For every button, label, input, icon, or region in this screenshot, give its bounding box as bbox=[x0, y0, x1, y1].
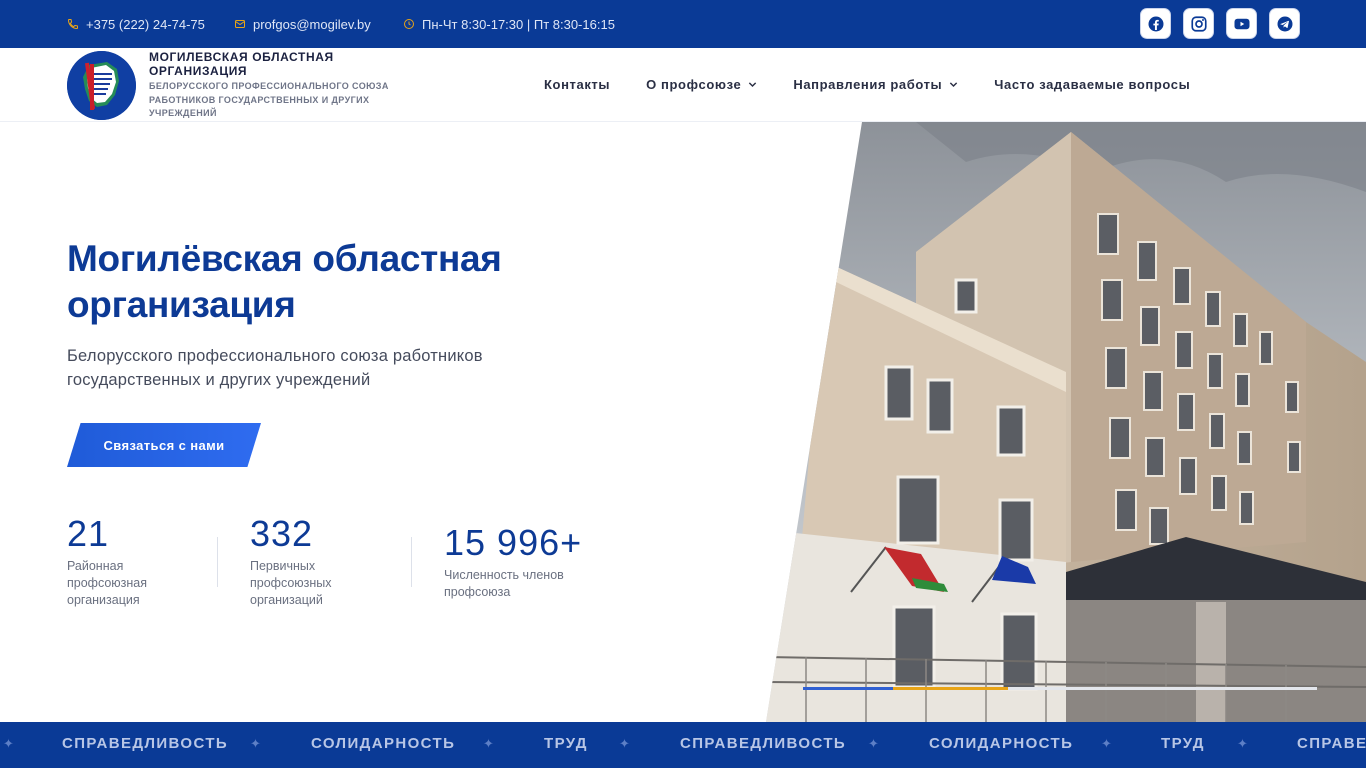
stat-divider bbox=[217, 537, 218, 587]
slider-progress bbox=[803, 687, 1317, 690]
facebook-button[interactable] bbox=[1140, 8, 1171, 39]
stat-value: 332 bbox=[250, 513, 314, 554]
stat-label-line: Районная bbox=[67, 559, 124, 573]
stat-label-line: профсоюзных bbox=[250, 576, 332, 590]
ribbon-word: СОЛИДАРНОСТЬ bbox=[929, 735, 1074, 752]
top-bar: +375 (222) 24-74-75 profgos@mogilev.by П… bbox=[0, 0, 1366, 48]
telegram-button[interactable] bbox=[1269, 8, 1300, 39]
organization-logo[interactable] bbox=[67, 51, 136, 120]
youtube-button[interactable] bbox=[1226, 8, 1257, 39]
nav-label: Контакты bbox=[544, 76, 611, 92]
nav-label: О профсоюзе bbox=[646, 76, 742, 92]
stat-label: Районная профсоюзная организация bbox=[67, 558, 147, 609]
nav-label: Направления работы bbox=[793, 76, 943, 92]
stat-label-line: профсоюза bbox=[444, 585, 511, 599]
social-links bbox=[1140, 8, 1300, 39]
phone-text: +375 (222) 24-74-75 bbox=[86, 16, 205, 32]
email-link[interactable]: profgos@mogilev.by bbox=[234, 0, 371, 48]
instagram-button[interactable] bbox=[1183, 8, 1214, 39]
contact-us-button[interactable]: Связаться с нами bbox=[67, 423, 261, 467]
chevron-down-icon bbox=[749, 81, 757, 87]
ribbon-word: СПРАВЕДЛИВОСТЬ bbox=[680, 735, 847, 752]
hero-subtitle-line: государственных и других учреждений bbox=[67, 371, 371, 389]
mail-icon bbox=[235, 20, 245, 28]
ribbon-word: СОЛИДАРНОСТЬ bbox=[311, 735, 456, 752]
stat-label-line: организация bbox=[67, 593, 140, 607]
hero-subtitle: Белорусского профессионального союза раб… bbox=[67, 344, 537, 392]
hero-title-line: организация bbox=[67, 284, 296, 325]
phone-link[interactable]: +375 (222) 24-74-75 bbox=[67, 0, 205, 48]
ribbon-word: СПРАВЕДЛИВОСТЬ bbox=[62, 735, 229, 752]
ribbon-separator: ✦ bbox=[1237, 736, 1248, 751]
stat-value: 21 bbox=[67, 513, 110, 554]
building-illustration bbox=[766, 122, 1366, 722]
hero-title-line: Могилёвская областная bbox=[67, 238, 502, 279]
nav-item-contacts[interactable]: Контакты bbox=[544, 77, 610, 92]
stat-label: Первичных профсоюзных организаций bbox=[250, 558, 332, 609]
ribbon-separator: ✦ bbox=[1101, 736, 1112, 751]
facebook-icon bbox=[1148, 16, 1163, 31]
ribbon-separator: ✦ bbox=[483, 736, 494, 751]
stat-divider bbox=[411, 537, 412, 587]
stat-value: 15 996+ bbox=[444, 522, 583, 563]
ribbon-separator: ✦ bbox=[3, 736, 14, 751]
ribbon-word: СПРАВЕДЛИВОСТЬ bbox=[1297, 735, 1366, 752]
telegram-icon bbox=[1277, 16, 1292, 31]
hero-building-photo bbox=[766, 122, 1366, 722]
phone-icon bbox=[67, 19, 78, 30]
nav-item-about[interactable]: О профсоюзе bbox=[646, 77, 757, 92]
emblem-icon bbox=[67, 51, 136, 120]
working-hours: Пн-Чт 8:30-17:30 | Пт 8:30-16:15 bbox=[403, 0, 615, 48]
hero-subtitle-line: Белорусского профессионального союза раб… bbox=[67, 347, 483, 365]
stat-label-line: Первичных bbox=[250, 559, 316, 573]
instagram-icon bbox=[1190, 15, 1207, 32]
hero-title: Могилёвская областная организация bbox=[67, 236, 627, 328]
stat-label-line: Численность членов bbox=[444, 568, 564, 582]
ribbon-word: ТРУД bbox=[544, 735, 588, 752]
chevron-down-icon bbox=[950, 81, 958, 87]
stat-members: 15 996+ Численность членов профсоюза bbox=[444, 521, 582, 601]
ribbon-word: ТРУД bbox=[1161, 735, 1205, 752]
hours-text: Пн-Чт 8:30-17:30 | Пт 8:30-16:15 bbox=[422, 16, 615, 32]
stat-primary-orgs: 332 Первичных профсоюзных организаций bbox=[250, 512, 332, 609]
brand-subtitle: БЕЛОРУССКОГО ПРОФЕССИОНАЛЬНОГО СОЮЗА РАБ… bbox=[149, 81, 389, 118]
ribbon-separator: ✦ bbox=[619, 736, 630, 751]
nav-item-faq[interactable]: Часто задаваемые вопросы bbox=[994, 77, 1190, 92]
ribbon-separator: ✦ bbox=[250, 736, 261, 751]
stat-label-line: профсоюзная bbox=[67, 576, 148, 590]
values-ribbon: ✦ СПРАВЕДЛИВОСТЬ ✦ СОЛИДАРНОСТЬ ✦ ТРУД ✦… bbox=[0, 722, 1366, 768]
stat-label-line: организаций bbox=[250, 593, 323, 607]
nav-label: Часто задаваемые вопросы bbox=[994, 76, 1191, 92]
site-header: МОГИЛЕВСКАЯ ОБЛАСТНАЯ ОРГАНИЗАЦИЯ БЕЛОРУ… bbox=[0, 48, 1366, 122]
ribbon-separator: ✦ bbox=[868, 736, 879, 751]
stat-label: Численность членов профсоюза bbox=[444, 567, 582, 601]
brand-title[interactable]: МОГИЛЕВСКАЯ ОБЛАСТНАЯ ОРГАНИЗАЦИЯ bbox=[149, 50, 389, 78]
stat-district-orgs: 21 Районная профсоюзная организация bbox=[67, 512, 147, 609]
main-nav: Контакты О профсоюзе Направления работы … bbox=[544, 48, 1190, 120]
youtube-icon bbox=[1234, 18, 1249, 29]
email-text: profgos@mogilev.by bbox=[253, 16, 371, 32]
nav-item-directions[interactable]: Направления работы bbox=[793, 77, 958, 92]
clock-icon bbox=[404, 19, 414, 29]
